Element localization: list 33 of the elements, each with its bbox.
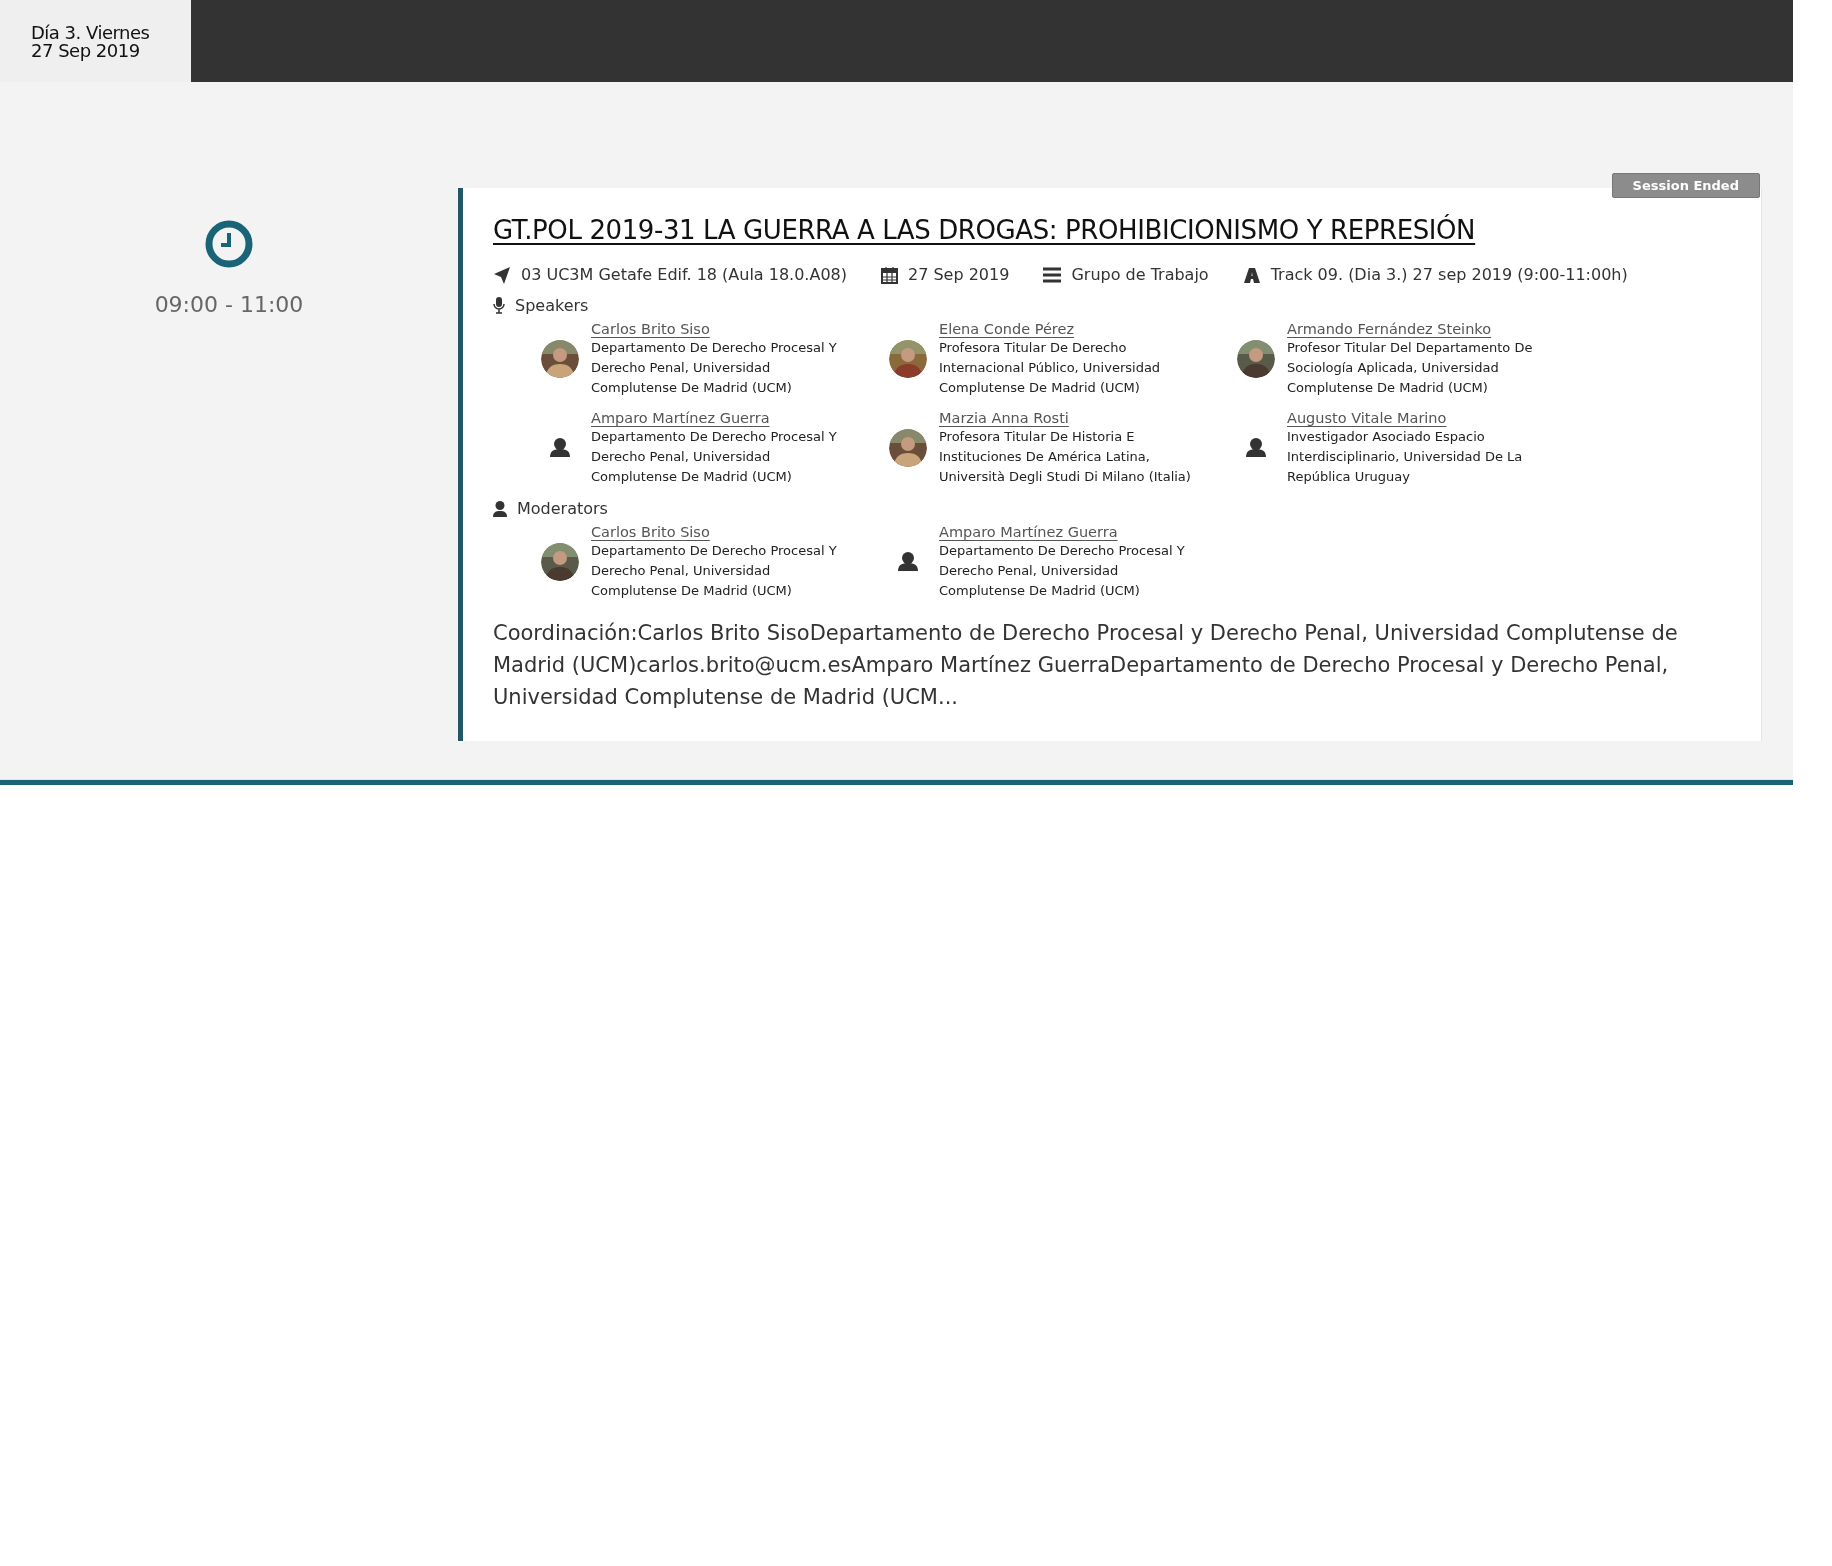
person-affiliation: Investigador Asociado Espacio Interdisciplinario, Universidad De La República Uruguay xyxy=(1287,428,1524,486)
person-affiliation: Departamento De Derecho Procesal Y Derecho Penal, Universidad Complutense De Madrid (UCM) xyxy=(591,542,838,600)
person-affiliation: Profesora Titular De Derecho Internacional Público, Universidad Complutense De Madrid (UCM) xyxy=(939,339,1162,397)
person-affiliation: Departamento De Derecho Procesal Y Derecho Penal, Universidad Complutense De Madrid (UCM) xyxy=(591,428,838,486)
session-title[interactable]: GT.POL 2019-31 LA GUERRA A LAS DROGAS: PROHIBICIONISMO Y REPRESIÓN xyxy=(493,215,1476,245)
person-name-link[interactable]: Marzia Anna Rosti xyxy=(939,410,1069,426)
session-description: Coordinación:Carlos Brito SisoDepartamento de Derecho Procesal y Derecho Penal, Universidad Complutense de Madrid (UCM)carlos.brito@ucm.esAmparo Martínez GuerraDepartamento de Derecho Procesal y Derecho Penal, Universidad Complutense de Madrid (UCM... xyxy=(493,620,1679,711)
person-affiliation: Departamento De Derecho Procesal Y Derecho Penal, Universidad Complutense De Madrid (UCM) xyxy=(939,542,1186,600)
person-name-link[interactable]: Carlos Brito Siso xyxy=(591,524,710,540)
list-icon xyxy=(1043,265,1062,284)
person-name-link[interactable]: Carlos Brito Siso xyxy=(591,321,710,337)
meta-text: Grupo de Trabajo xyxy=(1071,265,1209,284)
user-icon xyxy=(493,500,507,517)
paper-plane-icon xyxy=(493,265,511,284)
microphone-icon xyxy=(493,297,505,314)
meta-text: 27 Sep 2019 xyxy=(908,265,1010,284)
status-badge: Session Ended xyxy=(1611,173,1760,198)
meta-text: 03 UC3M Getafe Edif. 18 (Aula 18.0.A08) xyxy=(521,265,847,284)
person-name-link[interactable]: Elena Conde Pérez xyxy=(939,321,1075,337)
section-label: Moderators xyxy=(517,499,608,518)
calendar-icon xyxy=(881,265,898,284)
person-affiliation: Profesor Titular Del Departamento De Sociología Aplicada, Universidad Complutense De Madrid (UCM) xyxy=(1287,339,1534,397)
clock-icon xyxy=(205,220,253,268)
section-label: Speakers xyxy=(515,296,589,315)
person-affiliation: Departamento De Derecho Procesal Y Derecho Penal, Universidad Complutense De Madrid (UCM) xyxy=(591,339,838,397)
day-tab[interactable]: Día 3. Viernes 27 Sep 2019 xyxy=(0,0,191,82)
person-name-link[interactable]: Armando Fernández Steinko xyxy=(1287,321,1492,337)
person-affiliation: Profesora Titular De Historia E Instituciones De América Latina, Università Degli Studi Di Milano (Italia) xyxy=(939,428,1192,486)
meta-text: Track 09. (Dia 3.) 27 sep 2019 (9:00-11:00h) xyxy=(1270,265,1628,284)
person-name-link[interactable]: Amparo Martínez Guerra xyxy=(939,524,1118,540)
session-time: 09:00 - 11:00 xyxy=(154,292,304,317)
person-name-link[interactable]: Augusto Vitale Marino xyxy=(1287,410,1447,426)
person-name-link[interactable]: Amparo Martínez Guerra xyxy=(591,410,770,426)
